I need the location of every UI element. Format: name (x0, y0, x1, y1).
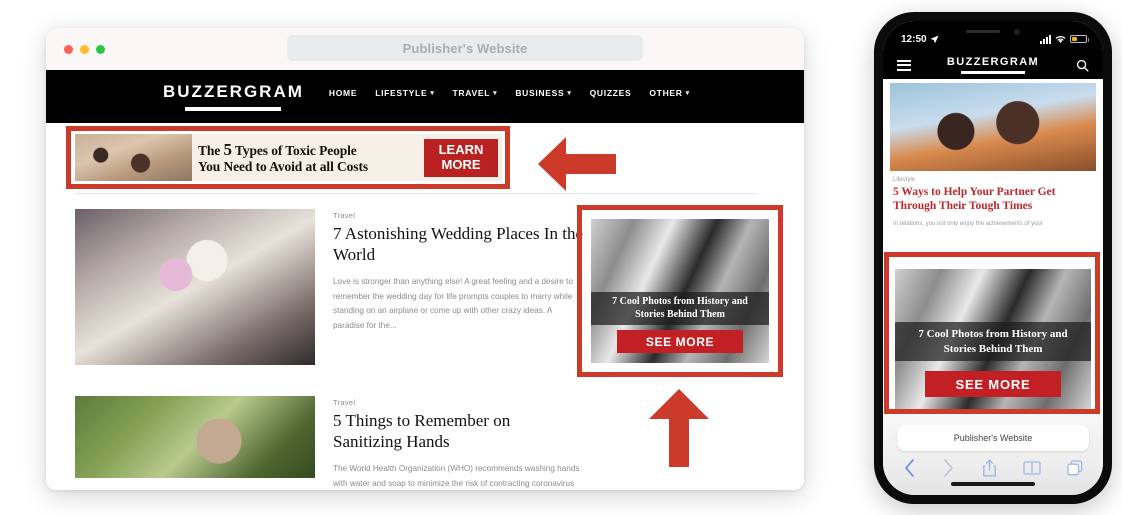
chevron-down-icon: ▾ (685, 89, 690, 97)
mobile-site-navbar: BUZZERGRAM (883, 51, 1103, 79)
status-time-group: 12:50 (901, 34, 939, 45)
status-indicators (1040, 34, 1089, 44)
left-pointing-arrow-icon (538, 137, 616, 191)
tabs-icon[interactable] (1067, 460, 1083, 476)
nav-item-lifestyle[interactable]: LIFESTYLE ▾ (375, 88, 434, 98)
mobile-article-title[interactable]: 5 Ways to Help Your Partner Get Through … (893, 186, 1093, 214)
status-time: 12:50 (901, 33, 927, 45)
home-indicator[interactable] (951, 482, 1035, 486)
nav-label: LIFESTYLE (375, 87, 428, 98)
article-list-item[interactable]: Travel 5 Things to Remember on Sanitizin… (75, 396, 583, 491)
mobile-status-bar: 12:50 (883, 21, 1103, 51)
logo-underline (185, 107, 282, 111)
article-category[interactable]: Travel (333, 211, 583, 220)
bookmarks-book-icon[interactable] (1023, 460, 1041, 476)
location-arrow-icon (930, 34, 939, 43)
main-nav: HOME LIFESTYLE ▾ TRAVEL ▾ BUSINESS ▾ QUI… (329, 88, 690, 98)
nav-label: BUSINESS (515, 87, 565, 98)
site-navbar: BUZZERGRAM HOME LIFESTYLE ▾ TRAVEL ▾ BUS… (46, 70, 804, 123)
article-thumbnail (75, 396, 315, 478)
article-category[interactable]: Travel (333, 398, 583, 407)
close-window-button[interactable] (64, 44, 73, 54)
browser-chrome: Publisher's Website (46, 28, 804, 70)
mobile-address-bar-text: Publisher's Website (953, 433, 1033, 443)
nav-item-home[interactable]: HOME (329, 88, 357, 98)
nav-item-quizzes[interactable]: QUIZZES (590, 88, 632, 98)
article-excerpt: Love is stronger than anything else! A g… (333, 277, 573, 330)
article-text-block: Travel 7 Astonishing Wedding Places In t… (333, 209, 583, 365)
mobile-article-hero-image (890, 83, 1096, 171)
logo-underline (961, 71, 1025, 74)
wifi-icon (1055, 35, 1066, 43)
window-traffic-lights (64, 44, 105, 54)
search-icon[interactable] (1076, 59, 1089, 72)
nav-item-other[interactable]: OTHER ▾ (649, 88, 689, 98)
phone-notch (950, 21, 1036, 42)
nav-item-travel[interactable]: TRAVEL ▾ (453, 88, 498, 98)
highlight-box-mobile-ad (884, 252, 1100, 414)
highlight-box-sidebar-ad (577, 205, 783, 377)
mobile-toolbar (883, 451, 1103, 477)
chevron-down-icon: ▾ (493, 89, 498, 97)
hamburger-menu-icon[interactable] (897, 59, 911, 71)
cellular-signal-icon (1040, 34, 1051, 44)
mobile-address-bar[interactable]: Publisher's Website (897, 425, 1089, 451)
maximize-window-button[interactable] (96, 44, 105, 54)
article-title[interactable]: 5 Things to Remember on Sanitizing Hands (333, 411, 583, 452)
nav-label: QUIZZES (589, 87, 632, 98)
chevron-down-icon: ▾ (567, 89, 572, 97)
earpiece-speaker (966, 30, 1000, 33)
mobile-site-logo[interactable]: BUZZERGRAM (947, 56, 1039, 74)
mobile-article-category[interactable]: Lifestyle (893, 177, 1093, 183)
article-text-block: Travel 5 Things to Remember on Sanitizin… (333, 396, 583, 491)
back-chevron-icon[interactable] (903, 459, 916, 477)
screenshot-stage: Publisher's Website BUZZERGRAM HOME LIFE… (0, 0, 1122, 515)
front-camera-icon (1014, 28, 1020, 35)
content-divider (75, 193, 757, 194)
minimize-window-button[interactable] (80, 44, 89, 54)
mobile-browser-bottom-bar: Publisher's Website (883, 415, 1103, 495)
nav-label: OTHER (649, 87, 683, 98)
article-thumbnail (75, 209, 315, 365)
chevron-down-icon: ▾ (430, 89, 435, 97)
nav-item-business[interactable]: BUSINESS ▾ (515, 88, 571, 98)
article-list-item[interactable]: Travel 7 Astonishing Wedding Places In t… (75, 209, 583, 365)
address-bar[interactable]: Publisher's Website (287, 35, 643, 61)
article-title[interactable]: 7 Astonishing Wedding Places In the Worl… (333, 224, 583, 265)
article-excerpt: The World Health Organization (WHO) reco… (333, 464, 580, 488)
up-pointing-arrow-icon (649, 389, 709, 467)
share-icon[interactable] (982, 459, 997, 477)
site-logo-text: BUZZERGRAM (163, 82, 304, 101)
forward-chevron-icon[interactable] (942, 459, 955, 477)
nav-label: TRAVEL (452, 87, 491, 98)
mobile-article[interactable]: Lifestyle 5 Ways to Help Your Partner Ge… (883, 171, 1103, 229)
mobile-article-excerpt: In relations, you not only enjoy the ach… (893, 220, 1043, 227)
battery-icon (1070, 35, 1089, 43)
site-logo[interactable]: BUZZERGRAM (163, 82, 304, 111)
address-bar-text: Publisher's Website (402, 40, 528, 56)
highlight-box-banner-ad (66, 126, 510, 189)
mobile-logo-text: BUZZERGRAM (946, 56, 1040, 69)
nav-label: HOME (328, 87, 358, 98)
